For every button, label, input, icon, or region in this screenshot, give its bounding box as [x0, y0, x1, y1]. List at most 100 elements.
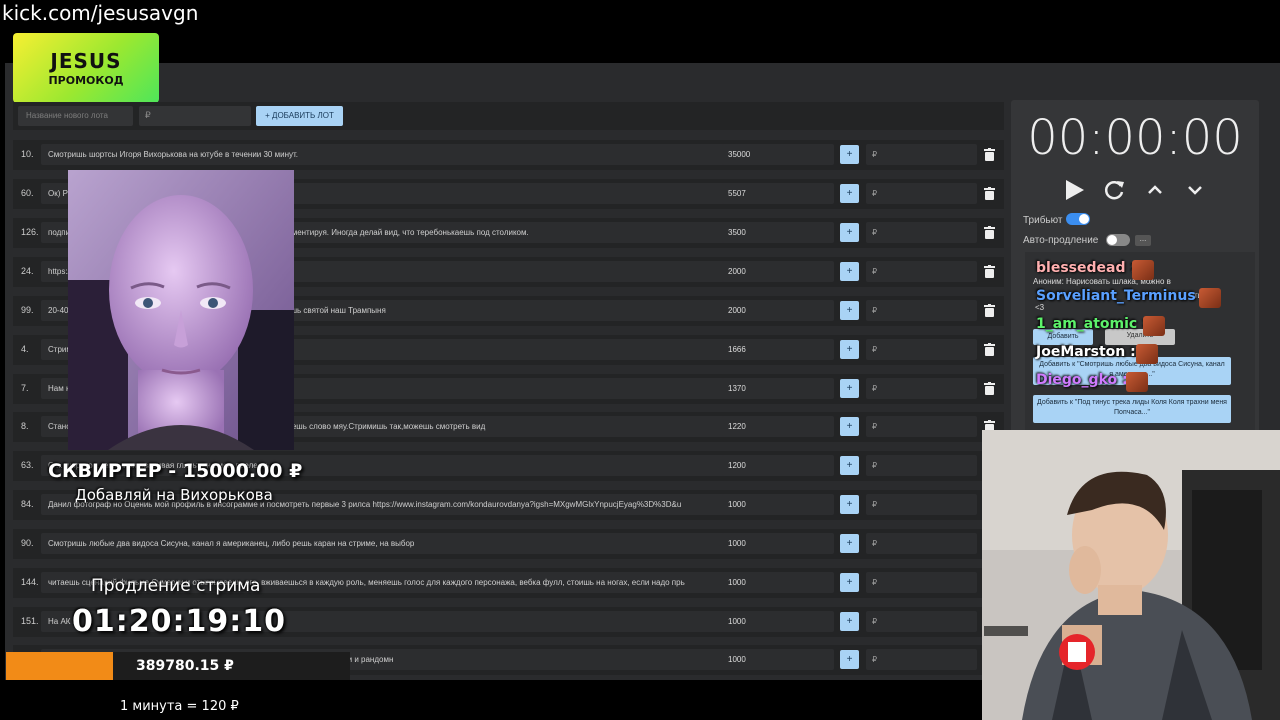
lot-amount-input[interactable]: 1000: [722, 572, 834, 593]
emote-icon: [1126, 372, 1148, 392]
progress-fill: [6, 652, 113, 680]
squirter-subtitle: Добавляй на Вихорькова: [75, 486, 273, 504]
add-amount-button[interactable]: +: [840, 184, 859, 203]
chat-username: JoeMarston :: [1036, 344, 1136, 360]
lot-amount-input[interactable]: 2000: [722, 261, 834, 282]
lot-amount-input[interactable]: 1000: [722, 649, 834, 670]
chat-username: blessedead :: [1036, 260, 1136, 276]
lot-row: 90. Смотришь любые два видоса Сисуна, кан…: [13, 529, 1004, 559]
webcam-feed: [982, 430, 1280, 720]
lot-amount-input[interactable]: 3500: [722, 222, 834, 243]
add-amount-button[interactable]: +: [840, 650, 859, 669]
lot-number: 84.: [21, 499, 34, 509]
donation-text-3: <3: [1035, 303, 1045, 312]
promo-subtitle: ПРОМОКОД: [48, 74, 124, 87]
add-lot-button[interactable]: + ДОБАВИТЬ ЛОТ: [256, 106, 343, 126]
chevron-down-icon[interactable]: [1183, 178, 1207, 202]
lot-number: 24.: [21, 266, 34, 276]
add-amount-button[interactable]: +: [840, 534, 859, 553]
lot-number: 144.: [21, 577, 39, 587]
more-options-button[interactable]: ...: [1135, 235, 1151, 246]
lot-add-amount-input[interactable]: ₽: [866, 611, 977, 632]
extension-label: Продление стрима: [91, 576, 261, 596]
lot-amount-input[interactable]: 1000: [722, 494, 834, 515]
lot-number: 8.: [21, 421, 29, 431]
rate-label: 1 минута = 120 ₽: [120, 699, 239, 714]
lot-number: 126.: [21, 227, 39, 237]
streamer-photo: [68, 170, 294, 450]
play-icon[interactable]: [1062, 178, 1086, 202]
lot-row: 10. Смотришь шортсы Игоря Вихорькова на ю…: [13, 140, 1004, 170]
lot-add-amount-input[interactable]: ₽: [866, 144, 977, 165]
lot-number: 151.: [21, 616, 39, 626]
add-to-lot-button-2[interactable]: Добавить к "Под тинус трека лиды Коля Ко…: [1033, 395, 1231, 423]
lot-add-amount-input[interactable]: ₽: [866, 378, 977, 399]
new-lot-price-input[interactable]: ₽: [139, 106, 251, 126]
lot-add-amount-input[interactable]: ₽: [866, 572, 977, 593]
emote-icon: [1132, 260, 1154, 280]
lot-amount-input[interactable]: 35000: [722, 144, 834, 165]
trash-icon[interactable]: [984, 226, 995, 239]
trash-icon[interactable]: [984, 148, 995, 161]
lot-amount-input[interactable]: 2000: [722, 300, 834, 321]
chat-username: Diego_gko :: [1036, 372, 1128, 388]
add-amount-button[interactable]: +: [840, 340, 859, 359]
lot-add-amount-input[interactable]: ₽: [866, 416, 977, 437]
lot-number: 63.: [21, 460, 34, 470]
emote-icon: [1143, 316, 1165, 336]
lot-amount-input[interactable]: 1000: [722, 611, 834, 632]
lot-number: 4.: [21, 344, 29, 354]
lot-amount-input[interactable]: 1220: [722, 416, 834, 437]
lot-number: 10.: [21, 149, 34, 159]
add-amount-button[interactable]: +: [840, 495, 859, 514]
trash-icon[interactable]: [984, 343, 995, 356]
lot-add-amount-input[interactable]: ₽: [866, 494, 977, 515]
lot-add-amount-input[interactable]: ₽: [866, 183, 977, 204]
promo-badge: JESUS ПРОМОКОД: [13, 33, 159, 103]
add-amount-button[interactable]: +: [840, 612, 859, 631]
add-amount-button[interactable]: +: [840, 456, 859, 475]
add-amount-button[interactable]: +: [840, 573, 859, 592]
add-amount-button[interactable]: +: [840, 379, 859, 398]
emote-icon: [1199, 288, 1221, 308]
trash-icon[interactable]: [984, 265, 995, 278]
chevron-up-icon[interactable]: [1143, 178, 1167, 202]
lot-number: 99.: [21, 305, 34, 315]
add-amount-button[interactable]: +: [840, 301, 859, 320]
lot-add-amount-input[interactable]: ₽: [866, 455, 977, 476]
lot-number: 7.: [21, 383, 29, 393]
auto-extend-toggle[interactable]: [1106, 234, 1130, 246]
add-amount-button[interactable]: +: [840, 223, 859, 242]
reset-icon[interactable]: [1102, 178, 1126, 202]
promo-title: JESUS: [50, 49, 122, 73]
tribute-label: Трибьют: [1023, 215, 1063, 226]
progress-value: 389780.15 ₽: [136, 658, 234, 674]
trash-icon[interactable]: [984, 187, 995, 200]
add-amount-button[interactable]: +: [840, 262, 859, 281]
lot-add-amount-input[interactable]: ₽: [866, 649, 977, 670]
timer-display: 00:00:00: [1027, 110, 1243, 166]
chat-username: 1_am_atomic :: [1036, 316, 1148, 332]
lot-amount-input[interactable]: 1666: [722, 339, 834, 360]
trash-icon[interactable]: [984, 304, 995, 317]
trash-icon[interactable]: [984, 382, 995, 395]
extension-timer: 01:20:19:10: [72, 604, 286, 639]
tribute-toggle[interactable]: [1066, 213, 1090, 225]
lot-add-amount-input[interactable]: ₽: [866, 339, 977, 360]
lot-amount-input[interactable]: 5507: [722, 183, 834, 204]
lot-amount-input[interactable]: 1370: [722, 378, 834, 399]
lot-add-amount-input[interactable]: ₽: [866, 222, 977, 243]
lot-add-amount-input[interactable]: ₽: [866, 300, 977, 321]
add-amount-button[interactable]: +: [840, 145, 859, 164]
squirter-title: СКВИРТЕР - 15000.00 ₽: [48, 460, 303, 482]
add-amount-button[interactable]: +: [840, 417, 859, 436]
lot-description-input[interactable]: Смотришь любые два видоса Сисуна, канал …: [41, 533, 729, 554]
lot-description-input[interactable]: Смотришь шортсы Игоря Вихорькова на ютуб…: [41, 144, 729, 165]
auto-extend-label: Авто-продление: [1023, 235, 1099, 246]
lot-amount-input[interactable]: 1200: [722, 455, 834, 476]
new-lot-name-input[interactable]: Название нового лота: [18, 106, 133, 126]
stream-screen: kick.com/jesusavgn JESUS ПРОМОКОД Назван…: [0, 0, 1280, 720]
lot-add-amount-input[interactable]: ₽: [866, 261, 977, 282]
lot-amount-input[interactable]: 1000: [722, 533, 834, 554]
lot-add-amount-input[interactable]: ₽: [866, 533, 977, 554]
